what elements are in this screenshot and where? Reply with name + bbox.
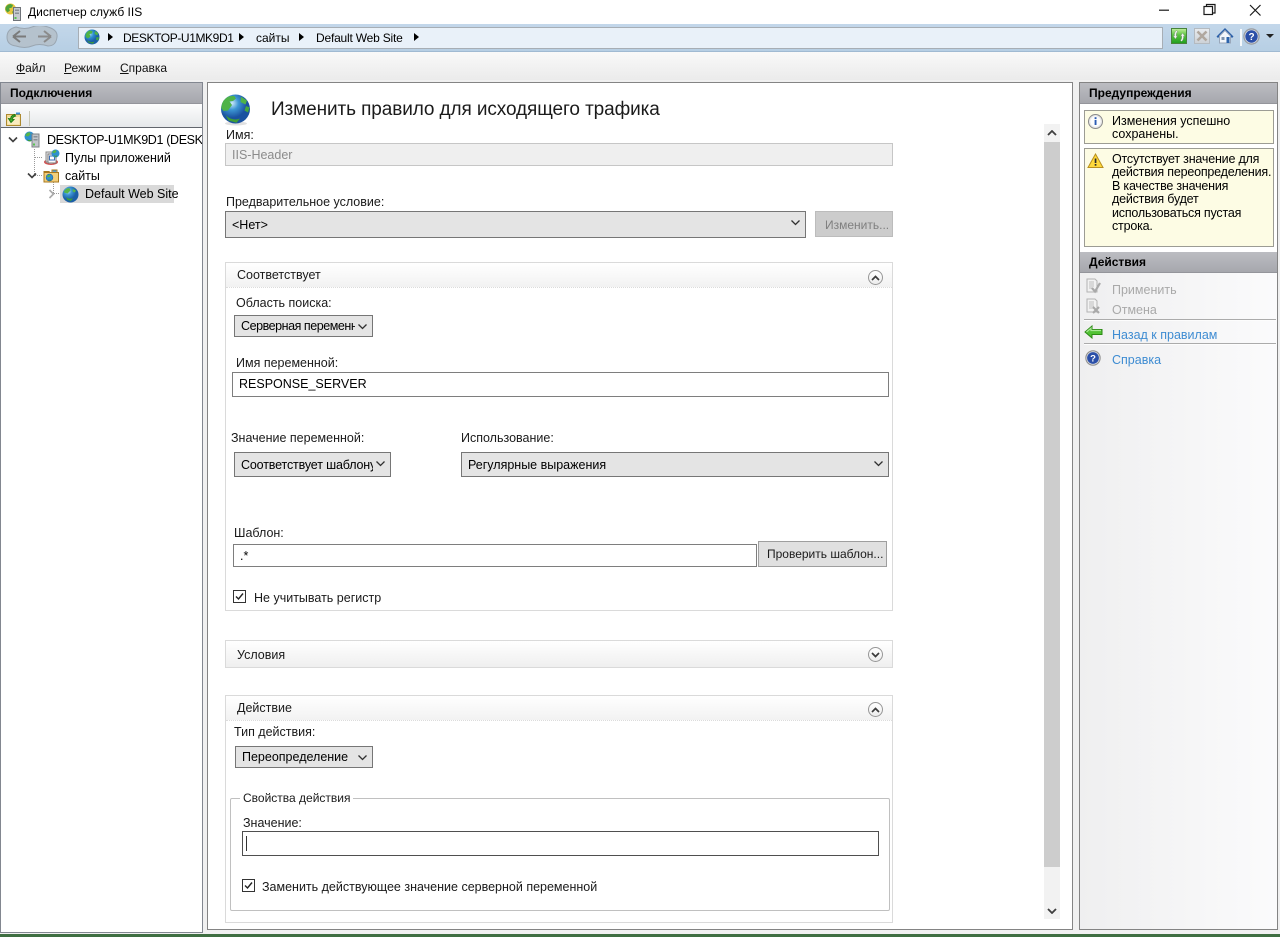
svg-text:?: ? [1248,32,1254,43]
svg-text:?: ? [1090,353,1096,364]
